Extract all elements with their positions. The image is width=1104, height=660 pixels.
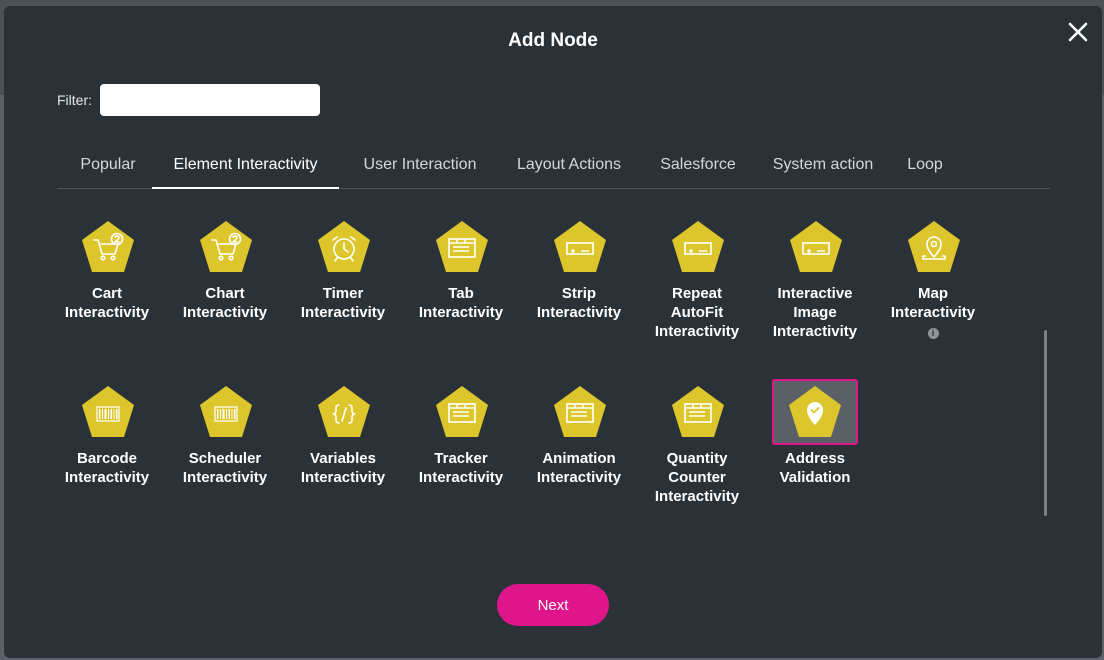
tab-folder-icon: [436, 221, 488, 272]
strip-icon: [790, 221, 842, 272]
map-pin-icon: [908, 221, 960, 272]
node-label-line: Repeat: [671, 285, 723, 302]
node-address-validation[interactable]: Address Validation: [765, 379, 865, 487]
tab-folder-icon: [672, 386, 724, 437]
node-label-line: Image: [793, 304, 837, 321]
node-timer-interactivity[interactable]: Timer Interactivity: [293, 214, 393, 322]
node-variables-interactivity[interactable]: Variables Interactivity: [293, 379, 393, 487]
node-interactive-image-interactivity[interactable]: Interactive Image Interactivity: [765, 214, 865, 341]
node-grid: Cart Interactivity Chart Interactivity T…: [57, 214, 997, 544]
add-node-dialog: Add Node Filter: Popular Element Interac…: [4, 6, 1102, 658]
node-icon-frame: [299, 379, 387, 445]
node-label-line: Quantity: [666, 450, 728, 467]
node-label-line: Chart: [205, 285, 245, 302]
close-button[interactable]: [1066, 20, 1090, 44]
node-icon-frame: [535, 214, 623, 280]
category-tabs: Popular Element Interactivity User Inter…: [57, 146, 1050, 189]
filter-label: Filter:: [57, 92, 92, 108]
next-button[interactable]: Next: [497, 584, 609, 626]
node-strip-interactivity[interactable]: Strip Interactivity: [529, 214, 629, 322]
scrollbar[interactable]: [1044, 330, 1047, 516]
node-map-interactivity[interactable]: Map Interactivity i: [883, 214, 983, 341]
node-label-line: Address: [784, 450, 846, 467]
node-quantity-counter-interactivity[interactable]: Quantity Counter Interactivity: [647, 379, 747, 506]
node-label-line: Interactivity: [64, 469, 150, 486]
node-animation-interactivity[interactable]: Animation Interactivity: [529, 379, 629, 487]
node-label-line: Strip: [561, 285, 597, 302]
tab-popular[interactable]: Popular: [73, 146, 143, 188]
node-scheduler-interactivity[interactable]: Scheduler Interactivity: [175, 379, 275, 487]
cart-icon: [200, 221, 252, 272]
filter-input[interactable]: [100, 84, 320, 116]
info-icon[interactable]: i: [927, 328, 939, 339]
node-label-line: Interactivity: [300, 304, 386, 321]
node-tab-interactivity[interactable]: Tab Interactivity: [411, 214, 511, 322]
node-icon-frame: [181, 379, 269, 445]
cart-icon: [82, 221, 134, 272]
node-repeat-autofit-interactivity[interactable]: Repeat AutoFit Interactivity: [647, 214, 747, 341]
node-label-line: Timer: [322, 285, 364, 302]
tab-folder-icon: [554, 386, 606, 437]
tab-system-action[interactable]: System action: [767, 146, 879, 188]
tab-user-interaction[interactable]: User Interaction: [355, 146, 485, 188]
node-label-line: Variables: [310, 450, 376, 467]
node-icon-frame: [653, 379, 741, 445]
node-label-line: Tab: [448, 285, 474, 302]
strip-icon: [554, 221, 606, 272]
close-icon: [1068, 22, 1088, 42]
node-label-line: Counter: [668, 469, 726, 486]
tab-salesforce[interactable]: Salesforce: [653, 146, 743, 188]
strip-icon: [672, 221, 724, 272]
address-check-icon: [789, 386, 841, 437]
node-chart-interactivity[interactable]: Chart Interactivity: [175, 214, 275, 322]
node-icon-frame: [889, 214, 977, 280]
node-cart-interactivity[interactable]: Cart Interactivity: [57, 214, 157, 322]
node-icon-frame: [535, 379, 623, 445]
node-icon-frame: [653, 214, 741, 280]
node-tracker-interactivity[interactable]: Tracker Interactivity: [411, 379, 511, 487]
node-label-line: Cart: [91, 285, 122, 302]
node-label-line: Barcode: [76, 450, 138, 467]
selected-node-frame: [772, 379, 858, 445]
node-label-line: Interactivity: [772, 323, 858, 340]
node-label-line: Map: [918, 285, 948, 302]
node-icon-frame: [63, 214, 151, 280]
tab-element-interactivity[interactable]: Element Interactivity: [152, 146, 339, 189]
node-label-line: Interactivity: [536, 469, 622, 486]
node-label-line: Interactivity: [300, 469, 386, 486]
node-label-line: Interactivity: [418, 469, 504, 486]
node-label-line: Interactivity: [182, 469, 268, 486]
barcode-icon: [82, 386, 134, 437]
node-label-line: Interactivity: [654, 323, 740, 340]
barcode-icon: [200, 386, 252, 437]
node-label-line: Interactivity: [536, 304, 622, 321]
braces-icon: [318, 386, 370, 437]
node-label-line: Interactivity: [890, 304, 976, 321]
node-label-line: Interactive: [777, 285, 853, 302]
node-label-line: Interactivity: [654, 488, 740, 505]
node-icon-frame: [299, 214, 387, 280]
node-label-line: Animation: [542, 450, 616, 467]
node-icon-frame: [771, 214, 859, 280]
tab-folder-icon: [436, 386, 488, 437]
tab-loop[interactable]: Loop: [905, 146, 945, 188]
node-label-line: Interactivity: [182, 304, 268, 321]
node-icon-frame: [63, 379, 151, 445]
node-barcode-interactivity[interactable]: Barcode Interactivity: [57, 379, 157, 487]
node-icon-frame: [417, 214, 505, 280]
tab-layout-actions[interactable]: Layout Actions: [509, 146, 629, 188]
alarm-clock-icon: [318, 221, 370, 272]
node-label-line: Validation: [779, 469, 851, 486]
node-label-line: AutoFit: [670, 304, 724, 321]
dialog-title: Add Node: [508, 30, 598, 51]
node-icon-frame: [181, 214, 269, 280]
node-label-line: Tracker: [434, 450, 488, 467]
node-label-line: Interactivity: [64, 304, 150, 321]
node-label-line: Interactivity: [418, 304, 504, 321]
node-icon-frame: [417, 379, 505, 445]
node-label-line: Scheduler: [188, 450, 262, 467]
